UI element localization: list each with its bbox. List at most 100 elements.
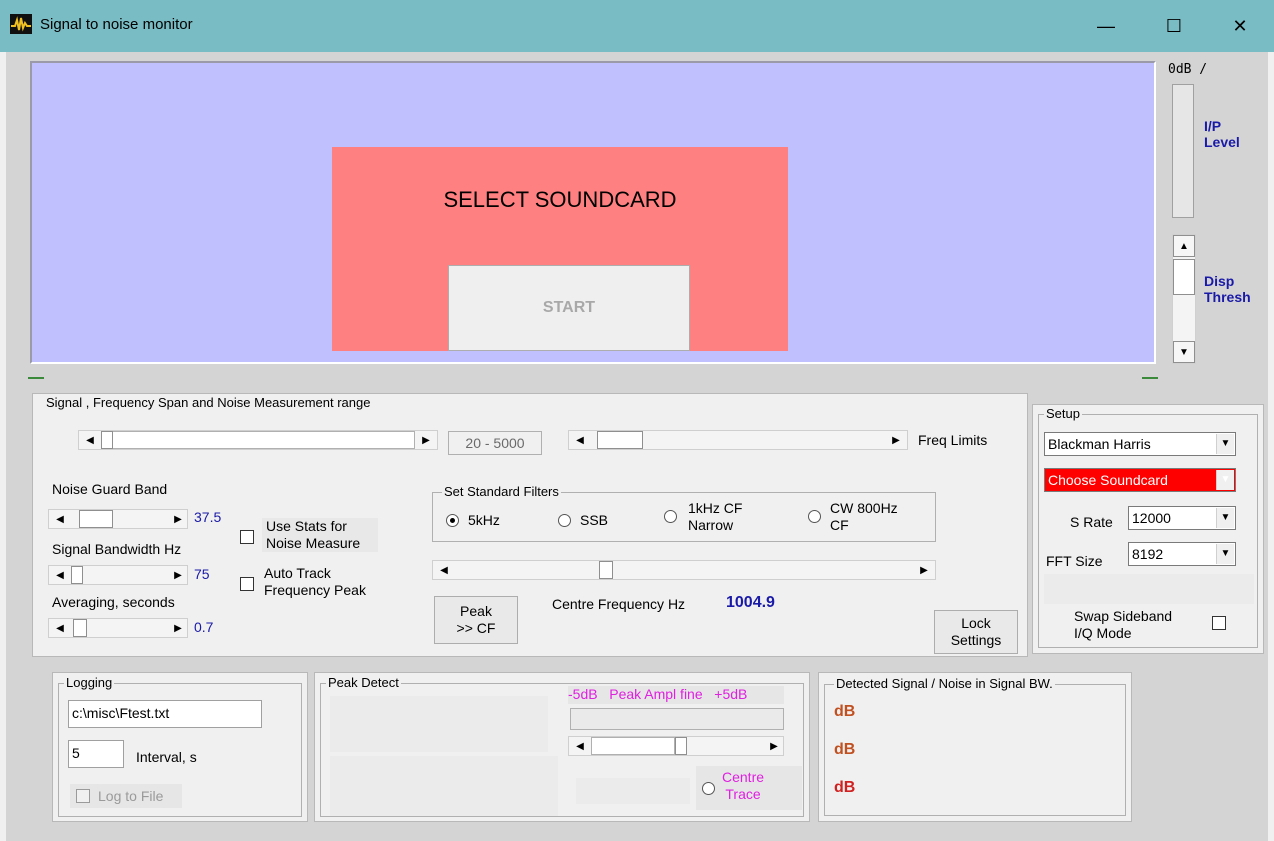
centre-trace-radio[interactable] (702, 782, 715, 795)
right-marker (1142, 377, 1158, 379)
fft-size-select[interactable]: 8192 ▼ (1128, 542, 1236, 566)
scroll-up-button[interactable]: ▲ (1173, 235, 1195, 257)
peak-to-cf-button[interactable]: Peak >> CF (434, 596, 518, 644)
lock-button-line1: Lock (961, 615, 991, 631)
scroll-right-button[interactable]: ▶ (887, 432, 905, 448)
averaging-scrollbar[interactable]: ◀ ▶ (48, 618, 188, 638)
chevron-down-icon[interactable]: ▼ (1216, 434, 1234, 454)
scroll-thumb[interactable] (79, 510, 113, 528)
swap-line2: I/Q Mode (1074, 625, 1132, 641)
noise-guard-label: Noise Guard Band (52, 481, 168, 497)
freq-low-scrollbar[interactable]: ◀ ▶ (78, 430, 438, 450)
scroll-thumb[interactable] (599, 561, 613, 579)
scroll-right-button[interactable]: ▶ (169, 511, 187, 527)
freq-high-scrollbar[interactable]: ◀ ▶ (568, 430, 908, 450)
scroll-thumb[interactable] (73, 619, 87, 637)
scroll-down-button[interactable]: ▼ (1173, 341, 1195, 363)
freq-limits-label: Freq Limits (918, 432, 988, 448)
scroll-track (591, 737, 675, 755)
scroll-thumb[interactable] (1173, 259, 1195, 295)
signal-bw-value: 75 (194, 566, 210, 582)
close-icon: ✕ (1232, 16, 1248, 36)
scroll-thumb[interactable] (597, 431, 643, 449)
auto-track-checkbox[interactable] (240, 577, 254, 591)
scroll-left-button[interactable]: ◀ (571, 738, 589, 754)
log-to-file-label: Log to File (98, 788, 164, 804)
minimize-icon: — (1097, 16, 1115, 36)
window-function-select[interactable]: Blackman Harris ▼ (1044, 432, 1236, 456)
swap-line1: Swap Sideband (1074, 608, 1173, 624)
scroll-left-button[interactable]: ◀ (435, 562, 453, 578)
auto-track-label: Auto Track Frequency Peak (264, 565, 366, 599)
srate-select[interactable]: 12000 ▼ (1128, 506, 1236, 530)
scroll-thumb[interactable] (101, 431, 113, 449)
scroll-thumb[interactable] (675, 737, 687, 755)
scroll-right-button[interactable]: ▶ (169, 567, 187, 583)
peak-button-line2: >> CF (456, 620, 496, 636)
filter-5khz-radio[interactable] (446, 514, 459, 527)
scroll-right-button[interactable]: ▶ (765, 738, 783, 754)
threshold-scrollbar[interactable]: ▲ ▼ (1172, 234, 1196, 364)
use-stats-line1: Use Stats for (266, 518, 347, 534)
soundcard-select[interactable]: Choose Soundcard ▼ (1044, 468, 1236, 492)
peak-ampl-scrollbar[interactable]: ◀ ▶ (568, 736, 784, 756)
ip-level-line2: Level (1204, 134, 1240, 150)
scroll-thumb[interactable] (71, 566, 83, 584)
scroll-left-button[interactable]: ◀ (571, 432, 589, 448)
freq-range-display: 20 - 5000 (448, 431, 542, 455)
log-interval-input[interactable]: 5 (68, 740, 124, 768)
scroll-right-button[interactable]: ▶ (169, 620, 187, 636)
filter-ssb-radio[interactable] (558, 514, 571, 527)
disp-thresh-line2: Thresh (1204, 289, 1251, 305)
srate-label: S Rate (1070, 514, 1113, 530)
filter-cw-line1: CW 800Hz (830, 500, 898, 516)
arrow-right-icon: ▶ (174, 513, 182, 525)
peak-ampl-display (570, 708, 784, 730)
auto-track-line2: Frequency Peak (264, 582, 366, 598)
use-stats-checkbox[interactable] (240, 530, 254, 544)
disp-thresh-line1: Disp (1204, 273, 1235, 289)
maximize-icon: ☐ (1165, 16, 1183, 36)
app-waveform-icon (10, 14, 32, 34)
peak-detect-title: Peak Detect (326, 675, 401, 690)
swap-sideband-checkbox[interactable] (1212, 616, 1226, 630)
arrow-right-icon: ▶ (770, 740, 778, 752)
filter-1khz-radio[interactable] (664, 510, 677, 523)
filter-cw-line2: CF (830, 517, 849, 533)
chevron-down-icon[interactable]: ▼ (1216, 508, 1234, 528)
detected-group (824, 684, 1126, 816)
noise-guard-scrollbar[interactable]: ◀ ▶ (48, 509, 188, 529)
centre-freq-scrollbar[interactable]: ◀ ▶ (432, 560, 936, 580)
setup-status-box (1044, 574, 1254, 604)
maximize-button[interactable]: ☐ (1146, 8, 1202, 44)
log-to-file-checkbox[interactable] (76, 789, 90, 803)
scroll-left-button[interactable]: ◀ (51, 567, 69, 583)
minimize-button[interactable]: — (1078, 8, 1134, 44)
start-button[interactable]: START (448, 265, 690, 351)
arrow-right-icon: ▶ (174, 569, 182, 581)
srate-value: 12000 (1132, 510, 1171, 526)
close-button[interactable]: ✕ (1212, 8, 1268, 44)
arrow-left-icon: ◀ (576, 434, 584, 446)
filter-1khz-line2: Narrow (688, 517, 734, 533)
chevron-down-icon[interactable]: ▼ (1216, 470, 1234, 490)
scroll-left-button[interactable]: ◀ (51, 511, 69, 527)
arrow-left-icon: ◀ (56, 569, 64, 581)
scroll-right-button[interactable]: ▶ (915, 562, 933, 578)
chevron-down-icon[interactable]: ▼ (1216, 544, 1234, 564)
filter-cw-radio[interactable] (808, 510, 821, 523)
scroll-right-button[interactable]: ▶ (417, 432, 435, 448)
auto-track-line1: Auto Track (264, 565, 331, 581)
scroll-left-button[interactable]: ◀ (81, 432, 99, 448)
noise-guard-value: 37.5 (194, 509, 222, 525)
centre-freq-value: 1004.9 (726, 594, 775, 611)
ip-level-label: I/P Level (1204, 118, 1240, 150)
lock-button-line2: Settings (950, 632, 1002, 648)
log-file-path-input[interactable]: c:\misc\Ftest.txt (68, 700, 262, 728)
scroll-left-button[interactable]: ◀ (51, 620, 69, 636)
peak-detect-display-top (330, 696, 548, 752)
lock-settings-button[interactable]: Lock Settings (934, 610, 1018, 654)
span-group-title: Signal , Frequency Span and Noise Measur… (46, 395, 371, 410)
signal-bw-scrollbar[interactable]: ◀ ▶ (48, 565, 188, 585)
detected-db-2: dB (834, 741, 856, 758)
